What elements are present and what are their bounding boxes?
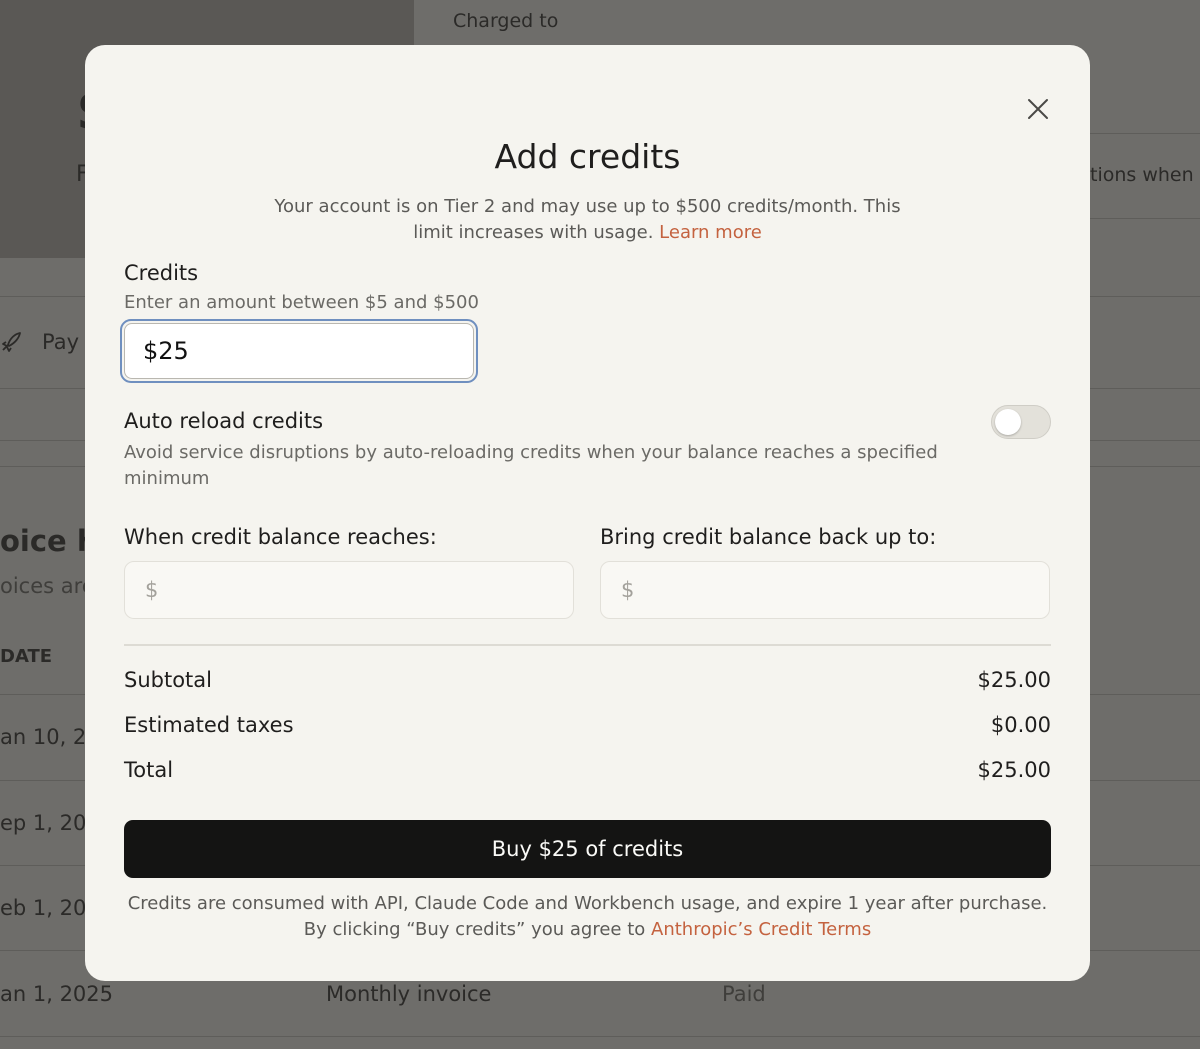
modal-title: Add credits <box>494 137 681 176</box>
dollar-prefix: $ <box>145 578 159 602</box>
credits-label: Credits <box>124 261 199 285</box>
tier-description: Your account is on Tier 2 and may use up… <box>274 196 901 243</box>
toggle-knob <box>995 409 1021 435</box>
taxes-value: $0.00 <box>990 713 1051 737</box>
threshold-field[interactable]: $ <box>124 561 574 619</box>
auto-reload-label: Auto reload credits <box>124 409 324 433</box>
credits-input-focus-ring <box>120 319 478 383</box>
threshold-label: When credit balance reaches: <box>124 525 437 549</box>
credits-hint: Enter an amount between $5 and $500 <box>124 292 479 313</box>
bg-invoice-sub: oices are <box>0 574 95 598</box>
taxes-label: Estimated taxes <box>124 713 294 737</box>
bg-divider <box>1090 218 1200 219</box>
agreement-text: By clicking “Buy credits” you agree to <box>303 919 646 940</box>
footnote-usage: Credits are consumed with API, Claude Co… <box>127 893 1048 914</box>
close-button[interactable] <box>1024 95 1052 123</box>
bg-invoice-heading: oice h <box>0 524 98 558</box>
buy-credits-button[interactable]: Buy $25 of credits <box>124 820 1051 878</box>
reload-to-field[interactable]: $ <box>600 561 1050 619</box>
bg-charged-to: Charged to <box>453 10 559 32</box>
taxes-row: Estimated taxes $0.00 <box>124 713 1051 737</box>
modal-subtitle: Your account is on Tier 2 and may use up… <box>265 194 910 246</box>
credit-terms-link[interactable]: Anthropic’s Credit Terms <box>651 919 871 940</box>
total-label: Total <box>124 758 174 782</box>
bg-divider <box>0 1036 1200 1037</box>
total-row: Total $25.00 <box>124 758 1051 782</box>
add-credits-modal: Add credits Your account is on Tier 2 an… <box>85 45 1090 981</box>
bg-row-status: Paid <box>722 982 766 1006</box>
bg-right-fragment: tions when c <box>1090 164 1200 186</box>
subtotal-value: $25.00 <box>977 668 1051 692</box>
auto-reload-description: Avoid service disruptions by auto-reload… <box>124 442 938 489</box>
dollar-prefix: $ <box>621 578 635 602</box>
bg-date-header: DATE <box>0 646 53 667</box>
reload-to-label: Bring credit balance back up to: <box>600 525 937 549</box>
credits-amount-input[interactable] <box>124 323 474 379</box>
bg-row-date: an 1, 2025 <box>0 982 114 1006</box>
total-value: $25.00 <box>977 758 1051 782</box>
purchase-footnote: Credits are consumed with API, Claude Co… <box>105 891 1070 943</box>
bg-row-description: Monthly invoice <box>326 982 492 1006</box>
reload-to-input[interactable] <box>640 577 1029 603</box>
footnote-agreement: By clicking “Buy credits” you agree to A… <box>105 917 1070 943</box>
subtotal-row: Subtotal $25.00 <box>124 668 1051 692</box>
threshold-input[interactable] <box>164 577 553 603</box>
subtotal-label: Subtotal <box>124 668 212 692</box>
close-icon <box>1028 99 1048 119</box>
bg-rocket-icon <box>0 330 22 360</box>
summary-divider <box>124 644 1051 646</box>
learn-more-link[interactable]: Learn more <box>659 222 762 243</box>
bg-divider <box>1090 133 1200 134</box>
auto-reload-toggle[interactable] <box>991 405 1051 439</box>
bg-pay-label: Pay <box>42 330 80 354</box>
